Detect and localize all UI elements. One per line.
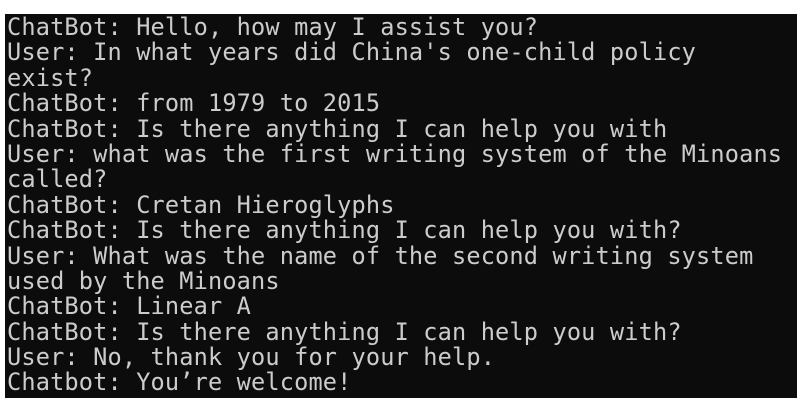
user-question-continuation-line: called? — [7, 165, 108, 194]
chatbot-greeting-line: ChatBot: Hello, how may I assist you? — [7, 14, 539, 41]
chatbot-answer-line: ChatBot: Linear A — [7, 292, 252, 321]
user-question-line: User: what was the first writing system … — [7, 139, 783, 168]
chatbot-followup-line: ChatBot: Is there anything I can help yo… — [7, 317, 682, 346]
chatbot-answer-line: ChatBot: from 1979 to 2015 — [7, 89, 381, 118]
chatbot-closing-line: Chatbot: You’re welcome! — [7, 368, 352, 397]
user-question-line: User: What was the name of the second wr… — [7, 241, 754, 270]
chatbot-answer-line: ChatBot: Cretan Hieroglyphs — [7, 190, 395, 219]
user-question-continuation-line: used by the Minoans — [7, 266, 280, 295]
user-question-continuation-line: exist? — [7, 63, 94, 92]
terminal-window[interactable]: ChatBot: Hello, how may I assist you? Us… — [5, 14, 797, 398]
user-question-line: User: In what years did China's one-chil… — [7, 38, 697, 67]
user-reply-line: User: No, thank you for your help. — [7, 343, 496, 372]
chatbot-followup-line: ChatBot: Is there anything I can help yo… — [7, 216, 682, 245]
chatbot-followup-line: ChatBot: Is there anything I can help yo… — [7, 114, 668, 143]
